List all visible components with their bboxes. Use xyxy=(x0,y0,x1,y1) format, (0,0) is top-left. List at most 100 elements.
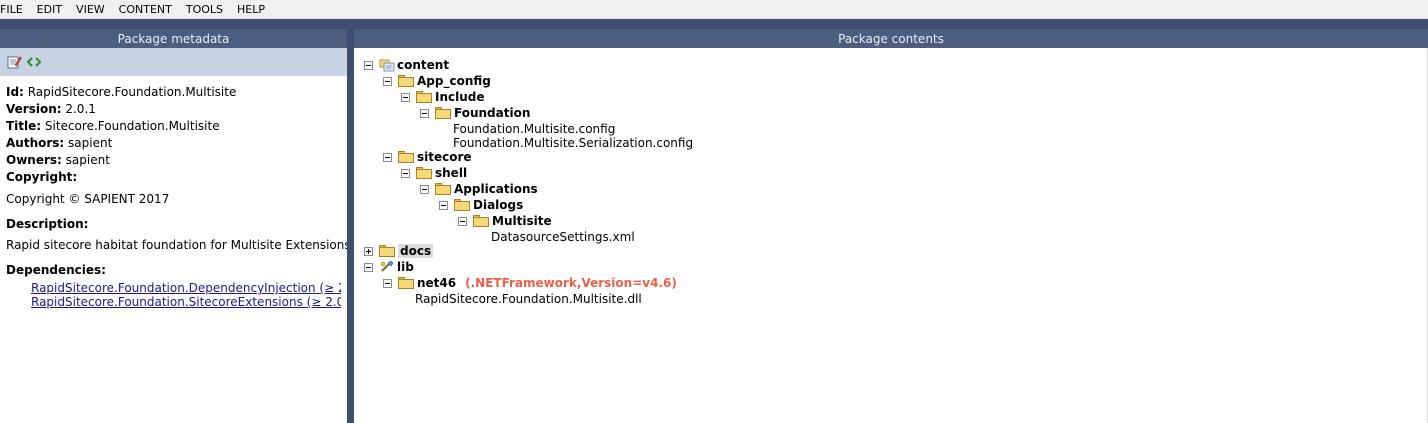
menu-view[interactable]: VIEW xyxy=(76,3,111,16)
panel-title: Package contents xyxy=(354,29,1428,48)
menu-bar: FILE EDIT VIEW CONTENT TOOLS HELP xyxy=(0,0,1428,19)
owners-row: Owners: sapient xyxy=(6,152,341,169)
tree-folder-label: shell xyxy=(435,166,468,180)
tree-file-label: DatasourceSettings.xml xyxy=(491,230,635,244)
expand-icon[interactable] xyxy=(364,246,373,256)
collapse-icon[interactable] xyxy=(420,108,429,118)
folder-icon xyxy=(435,183,451,195)
folder-icon xyxy=(473,215,489,227)
library-icon xyxy=(379,260,395,274)
tree-folder-item[interactable]: sitecore xyxy=(383,149,472,165)
tree-folder-item[interactable]: Dialogs xyxy=(439,197,523,213)
authors-label: Authors: xyxy=(6,136,65,150)
owners-label: Owners: xyxy=(6,153,62,167)
window-frame xyxy=(0,19,1428,29)
metadata-toolbar xyxy=(0,48,347,76)
tree-folder-item[interactable]: lib xyxy=(364,259,414,275)
id-value: RapidSitecore.Foundation.Multisite xyxy=(27,85,237,99)
tree-folder-item[interactable]: shell xyxy=(401,165,467,181)
collapse-icon[interactable] xyxy=(401,92,410,102)
dependency-link[interactable]: RapidSitecore.Foundation.SitecoreExtensi… xyxy=(31,295,341,309)
tree-folder-label: App_config xyxy=(417,74,491,88)
tree-folder-item[interactable]: App_config xyxy=(383,73,491,89)
collapse-icon[interactable] xyxy=(383,278,392,288)
target-framework-label: (.NETFramework,Version=v4.6) xyxy=(465,276,677,290)
tree-folder-label: docs xyxy=(398,244,434,258)
package-contents-panel: Package contents content App_config Includ… xyxy=(354,29,1428,423)
menu-tools[interactable]: TOOLS xyxy=(186,3,229,16)
tree-folder-label: sitecore xyxy=(417,150,472,164)
folder-icon xyxy=(416,167,432,179)
tree-file-label: RapidSitecore.Foundation.Multisite.dll xyxy=(415,292,642,306)
package-metadata-panel: Package metadata Id: RapidSitecore.Found… xyxy=(0,29,351,423)
folder-icon xyxy=(416,91,432,103)
title-value: Sitecore.Foundation.Multisite xyxy=(44,119,220,133)
title-row: Title: Sitecore.Foundation.Multisite xyxy=(6,118,341,135)
edit-metadata-icon[interactable] xyxy=(6,54,22,70)
panel-title: Package metadata xyxy=(0,29,347,48)
folder-icon xyxy=(454,199,470,211)
id-row: Id: RapidSitecore.Foundation.Multisite xyxy=(6,84,341,101)
tree-folder-label: Applications xyxy=(454,182,538,196)
tree-file-item[interactable]: DatasourceSettings.xml xyxy=(491,229,635,245)
tree-folder-item[interactable]: content xyxy=(364,57,449,73)
version-value: 2.0.1 xyxy=(65,102,96,116)
tree-folder-item[interactable]: Include xyxy=(401,89,485,105)
owners-value: sapient xyxy=(65,153,110,167)
dependencies-label-text: Dependencies: xyxy=(6,263,106,277)
copyright-label: Copyright: xyxy=(6,170,78,184)
version-row: Version: 2.0.1 xyxy=(6,101,341,118)
menu-content[interactable]: CONTENT xyxy=(119,3,178,16)
folder-icon xyxy=(398,151,414,163)
tree-folder-label: content xyxy=(397,58,450,72)
tree-folder-item[interactable]: Multisite xyxy=(458,213,552,229)
title-label: Title: xyxy=(6,119,42,133)
dependency-list: RapidSitecore.Foundation.DependencyInjec… xyxy=(6,281,341,309)
authors-row: Authors: sapient xyxy=(6,135,341,152)
menu-edit[interactable]: EDIT xyxy=(37,3,68,16)
tree-folder-item[interactable]: Applications xyxy=(420,181,538,197)
folder-icon xyxy=(398,277,414,289)
tree-file-item[interactable]: RapidSitecore.Foundation.Multisite.dll xyxy=(415,291,642,307)
tree-folder-label: Include xyxy=(435,90,485,104)
package-tree: content App_config Include Foundation Founda… xyxy=(354,48,1428,306)
metadata-fields: Id: RapidSitecore.Foundation.Multisite V… xyxy=(0,76,351,317)
tree-folder-label: net46 xyxy=(417,276,457,290)
tree-folder-label: Foundation xyxy=(454,106,531,120)
collapse-icon[interactable] xyxy=(439,200,448,210)
folder-icon xyxy=(398,75,414,87)
tree-folder-label: lib xyxy=(397,260,414,274)
collapse-icon[interactable] xyxy=(458,216,467,226)
menu-help[interactable]: HELP xyxy=(237,3,271,16)
id-label: Id: xyxy=(6,85,24,99)
description-label: Description: xyxy=(6,216,341,233)
collapse-icon[interactable] xyxy=(383,76,392,86)
collapse-icon[interactable] xyxy=(364,60,373,70)
collapse-icon[interactable] xyxy=(383,152,392,162)
collapse-icon[interactable] xyxy=(401,168,410,178)
tree-folder-item[interactable]: net46 (.NETFramework,Version=v4.6) xyxy=(383,275,677,291)
panel-splitter[interactable] xyxy=(347,29,354,423)
content-icon xyxy=(379,58,395,72)
collapse-icon[interactable] xyxy=(364,262,373,272)
menu-file[interactable]: FILE xyxy=(0,3,29,16)
tree-folder-label: Dialogs xyxy=(473,198,524,212)
description-value: Rapid sitecore habitat foundation for Mu… xyxy=(6,238,351,252)
tree-file-label: Foundation.Multisite.Serialization.confi… xyxy=(453,136,694,150)
tree-folder-item[interactable]: Foundation xyxy=(420,105,530,121)
copyright-row: Copyright: xyxy=(6,169,341,186)
folder-icon xyxy=(435,107,451,119)
authors-value: sapient xyxy=(68,136,113,150)
tree-folder-label: Multisite xyxy=(492,214,552,228)
dependency-link[interactable]: RapidSitecore.Foundation.DependencyInjec… xyxy=(31,281,341,295)
tree-file-item[interactable]: Foundation.Multisite.Serialization.confi… xyxy=(453,135,693,151)
tree-file-label: Foundation.Multisite.config xyxy=(453,122,616,136)
description-label-text: Description: xyxy=(6,217,89,231)
collapse-icon[interactable] xyxy=(420,184,429,194)
folder-icon xyxy=(379,245,395,257)
version-label: Version: xyxy=(6,102,62,116)
copyright-value: Copyright © SAPIENT 2017 xyxy=(6,192,170,206)
tree-folder-item[interactable]: docs xyxy=(364,243,434,259)
dependencies-label: Dependencies: xyxy=(6,262,341,279)
view-source-icon[interactable] xyxy=(26,54,42,70)
